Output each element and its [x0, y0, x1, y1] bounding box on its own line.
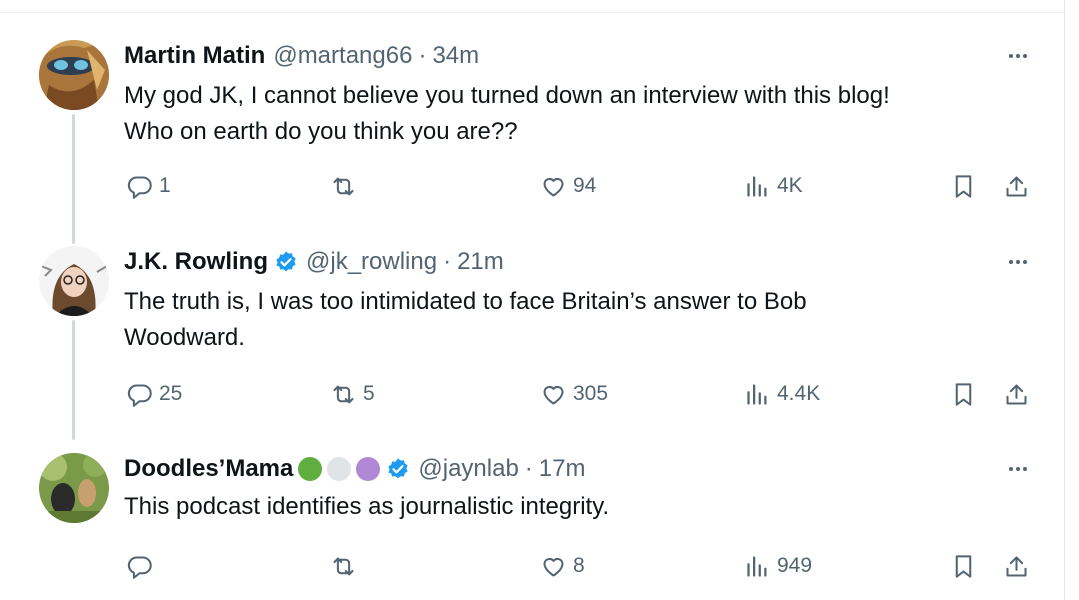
- views-button[interactable]: 4K: [744, 166, 803, 206]
- retweet-icon: [333, 177, 354, 195]
- author-name[interactable]: J.K. Rowling: [124, 248, 268, 276]
- reply-button[interactable]: [126, 546, 159, 586]
- separator-dot: ·: [443, 248, 452, 275]
- tweet[interactable]: Martin Matin @martang66 · 34m My god JK,…: [0, 40, 1064, 230]
- like-button[interactable]: 305: [540, 374, 608, 414]
- tweet-text-line: My god JK, I cannot believe you turned d…: [124, 82, 890, 109]
- views-button[interactable]: 949: [744, 546, 812, 586]
- tweet-actions: 1 94 4K: [0, 166, 1064, 206]
- views-icon: [747, 383, 767, 405]
- views-icon: [747, 175, 767, 197]
- bookmark-button[interactable]: [950, 166, 977, 206]
- top-divider: [0, 12, 1064, 13]
- tweet-text: This podcast identifies as journalistic …: [124, 489, 1024, 525]
- like-icon: [543, 385, 564, 405]
- reply-icon: [127, 175, 152, 199]
- separator-dot: ·: [524, 455, 533, 482]
- share-button[interactable]: [1003, 374, 1030, 414]
- tweet-text: My god JK, I cannot believe you turned d…: [124, 78, 1024, 150]
- separator-dot: ·: [418, 42, 427, 69]
- tweet-timestamp[interactable]: 34m: [432, 42, 479, 70]
- like-count: 8: [573, 554, 585, 577]
- like-button[interactable]: 94: [540, 166, 596, 206]
- share-button[interactable]: [1003, 166, 1030, 206]
- avatar[interactable]: [39, 453, 109, 523]
- more-icon: [1009, 54, 1027, 58]
- reply-count: 1: [159, 174, 171, 197]
- tweet-text-line: This podcast identifies as journalistic …: [124, 493, 610, 520]
- share-button[interactable]: [1003, 546, 1030, 586]
- retweet-button[interactable]: 5: [330, 374, 375, 414]
- reply-button[interactable]: 25: [126, 374, 182, 414]
- retweet-button[interactable]: [330, 166, 363, 206]
- more-options-button[interactable]: [1002, 246, 1034, 278]
- like-count: 305: [573, 382, 609, 405]
- views-count: 949: [777, 554, 813, 577]
- more-options-button[interactable]: [1002, 453, 1034, 485]
- tweet-text-line: Who on earth do you think you are??: [124, 118, 518, 145]
- tweet-timestamp[interactable]: 21m: [457, 248, 504, 276]
- reply-icon: [127, 555, 152, 579]
- author-handle[interactable]: @jk_rowling: [306, 248, 437, 276]
- bookmark-icon: [955, 382, 972, 406]
- tweet-timestamp[interactable]: 17m: [539, 455, 586, 483]
- more-icon: [1009, 260, 1027, 264]
- share-icon: [1006, 555, 1027, 577]
- author-handle[interactable]: @martang66: [273, 42, 412, 70]
- bookmark-button[interactable]: [950, 374, 977, 414]
- bookmark-icon: [955, 554, 972, 578]
- like-icon: [543, 177, 564, 197]
- tweet[interactable]: J.K. Rowling @jk_rowling · 21m The truth…: [0, 246, 1064, 436]
- tweet-text: The truth is, I was too intimidated to f…: [124, 284, 1024, 356]
- retweet-icon: [333, 557, 354, 575]
- share-icon: [1006, 175, 1027, 197]
- more-options-button[interactable]: [1002, 40, 1034, 72]
- tweet-text-line: Woodward.: [124, 324, 245, 351]
- purple-circle-emoji: [356, 457, 381, 481]
- white-circle-emoji: [327, 457, 352, 481]
- tweet-text-line: The truth is, I was too intimidated to f…: [124, 288, 807, 315]
- avatar[interactable]: [39, 246, 109, 316]
- like-button[interactable]: 8: [540, 546, 585, 586]
- avatar[interactable]: [39, 40, 109, 110]
- tweet[interactable]: Doodles’Mama @jaynlab · 17m This podcast…: [0, 453, 1064, 600]
- more-icon: [1009, 467, 1027, 471]
- like-icon: [543, 557, 564, 577]
- share-icon: [1006, 383, 1027, 405]
- author-handle[interactable]: @jaynlab: [418, 455, 518, 483]
- reply-button[interactable]: 1: [126, 166, 171, 206]
- verified-badge-icon: [276, 251, 296, 272]
- tweet-actions: 25 5 305 4.4K: [0, 374, 1064, 414]
- views-count: 4.4K: [777, 382, 821, 405]
- verified-badge-icon: [388, 458, 408, 479]
- like-count: 94: [573, 174, 597, 197]
- green-circle-emoji: [298, 457, 323, 481]
- views-icon: [747, 555, 767, 577]
- bookmark-button[interactable]: [950, 546, 977, 586]
- reply-icon: [127, 383, 152, 407]
- author-name[interactable]: Martin Matin: [124, 42, 265, 70]
- bookmark-icon: [955, 174, 972, 198]
- reply-count: 25: [159, 382, 183, 405]
- author-name[interactable]: Doodles’Mama: [124, 455, 293, 483]
- retweet-button[interactable]: [330, 546, 363, 586]
- tweet-actions: 8 949: [0, 546, 1064, 586]
- views-button[interactable]: 4.4K: [744, 374, 820, 414]
- retweet-icon: [333, 385, 354, 403]
- views-count: 4K: [777, 174, 803, 197]
- retweet-count: 5: [363, 382, 375, 405]
